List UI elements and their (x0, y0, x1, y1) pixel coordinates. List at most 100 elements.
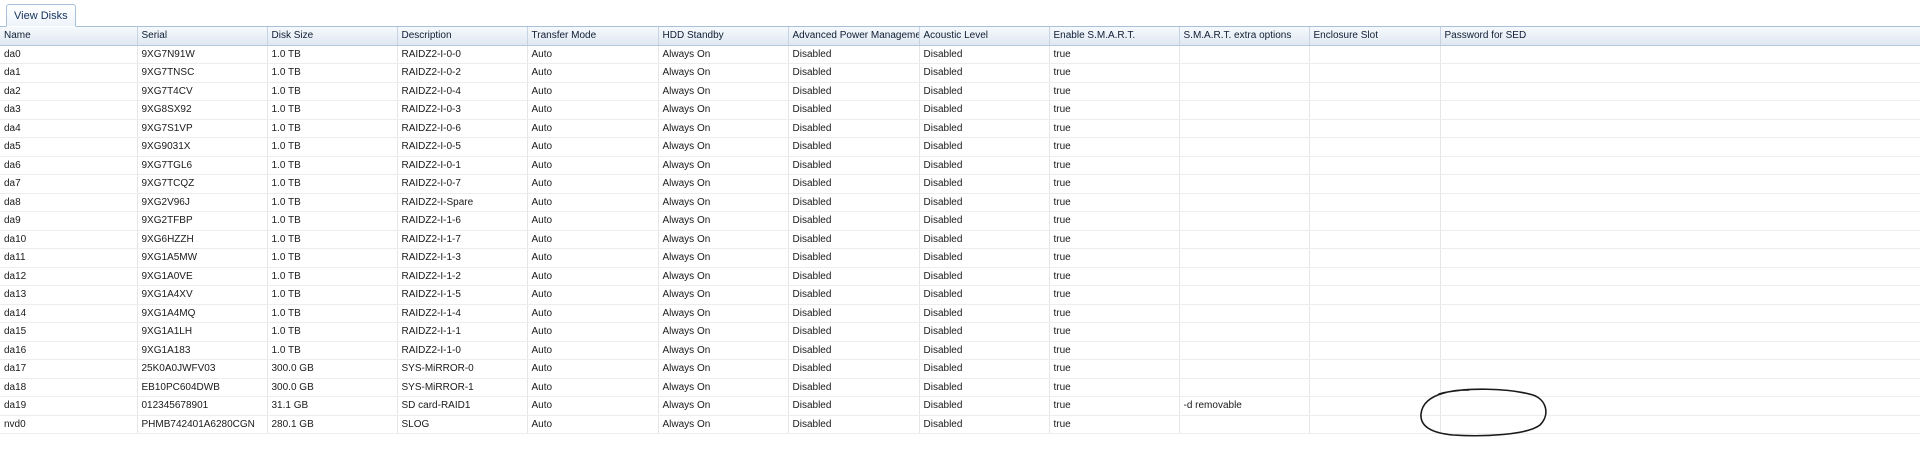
cell-transfer-mode: Auto (527, 63, 659, 83)
cell-name: da3 (0, 100, 138, 120)
cell-name: da12 (0, 267, 138, 286)
table-row[interactable]: da2 9XG7T4CV 1.0 TB RAIDZ2-I-0-4 Auto Always … (0, 82, 1920, 101)
table-row[interactable]: da5 9XG9031X 1.0 TB RAIDZ2-I-0-5 Auto Always … (0, 137, 1920, 157)
cell-serial: 25K0A0JWFV03 (137, 359, 268, 379)
cell-acoustic-level: Disabled (919, 341, 1050, 360)
cell-hdd-standby: Always On (658, 211, 789, 231)
table-row[interactable]: da1 9XG7TNSC 1.0 TB RAIDZ2-I-0-2 Auto Always … (0, 63, 1920, 83)
column-header-disk-size[interactable]: Disk Size (267, 27, 398, 46)
table-row[interactable]: da15 9XG1A1LH 1.0 TB RAIDZ2-I-1-1 Auto Always… (0, 322, 1920, 342)
cell-disk-size: 1.0 TB (267, 285, 398, 305)
cell-serial: 9XG9031X (137, 137, 268, 157)
table-row[interactable]: da17 25K0A0JWFV03 300.0 GB SYS-MiRROR-0 Auto… (0, 359, 1920, 379)
column-header-enclosure-slot[interactable]: Enclosure Slot (1309, 27, 1441, 46)
cell-acoustic-level: Disabled (919, 45, 1050, 64)
cell-enable-smart: true (1049, 193, 1180, 212)
cell-password-for-sed (1440, 267, 1920, 286)
cell-advanced-power-management: Disabled (788, 396, 920, 416)
table-row[interactable]: da9 9XG2TFBP 1.0 TB RAIDZ2-I-1-6 Auto Always … (0, 211, 1920, 231)
cell-name: da19 (0, 396, 138, 416)
cell-description: RAIDZ2-I-0-6 (397, 119, 528, 138)
tab-view-disks[interactable]: View Disks (6, 4, 76, 27)
cell-serial: 9XG1A183 (137, 341, 268, 360)
column-header-enable-smart[interactable]: Enable S.M.A.R.T. (1049, 27, 1180, 46)
cell-enable-smart: true (1049, 45, 1180, 64)
cell-smart-extra-options: -d removable (1179, 396, 1310, 416)
cell-smart-extra-options (1179, 359, 1310, 379)
column-header-transfer-mode[interactable]: Transfer Mode (527, 27, 659, 46)
tab-bar: View Disks (0, 0, 1920, 27)
column-header-acoustic-level[interactable]: Acoustic Level (919, 27, 1050, 46)
column-header-name[interactable]: Name (0, 27, 138, 46)
column-header-advanced-power-management[interactable]: Advanced Power Management (788, 27, 920, 46)
cell-hdd-standby: Always On (658, 119, 789, 138)
cell-enclosure-slot (1309, 137, 1441, 157)
cell-acoustic-level: Disabled (919, 211, 1050, 231)
cell-smart-extra-options (1179, 45, 1310, 64)
cell-name: da15 (0, 322, 138, 342)
cell-description: RAIDZ2-I-1-0 (397, 341, 528, 360)
cell-enable-smart: true (1049, 82, 1180, 101)
table-row[interactable]: da14 9XG1A4MQ 1.0 TB RAIDZ2-I-1-4 Auto Always… (0, 304, 1920, 323)
cell-smart-extra-options (1179, 285, 1310, 305)
table-row[interactable]: da16 9XG1A183 1.0 TB RAIDZ2-I-1-0 Auto Always… (0, 341, 1920, 360)
cell-description: RAIDZ2-I-0-3 (397, 100, 528, 120)
cell-hdd-standby: Always On (658, 341, 789, 360)
cell-advanced-power-management: Disabled (788, 248, 920, 268)
cell-description: SYS-MiRROR-0 (397, 359, 528, 379)
cell-hdd-standby: Always On (658, 285, 789, 305)
cell-hdd-standby: Always On (658, 193, 789, 212)
cell-password-for-sed (1440, 396, 1920, 416)
cell-enclosure-slot (1309, 304, 1441, 323)
cell-password-for-sed (1440, 285, 1920, 305)
column-header-hdd-standby[interactable]: HDD Standby (658, 27, 789, 46)
cell-name: da16 (0, 341, 138, 360)
cell-disk-size: 1.0 TB (267, 341, 398, 360)
table-row[interactable]: da0 9XG7N91W 1.0 TB RAIDZ2-I-0-0 Auto Always … (0, 45, 1920, 64)
table-row[interactable]: da13 9XG1A4XV 1.0 TB RAIDZ2-I-1-5 Auto Always… (0, 285, 1920, 305)
cell-password-for-sed (1440, 63, 1920, 83)
table-row[interactable]: da12 9XG1A0VE 1.0 TB RAIDZ2-I-1-2 Auto Always… (0, 267, 1920, 286)
table-row[interactable]: da10 9XG6HZZH 1.0 TB RAIDZ2-I-1-7 Auto Always… (0, 230, 1920, 249)
cell-enclosure-slot (1309, 322, 1441, 342)
table-row[interactable]: da8 9XG2V96J 1.0 TB RAIDZ2-I-Spare Auto Alway… (0, 193, 1920, 212)
table-row[interactable]: da11 9XG1A5MW 1.0 TB RAIDZ2-I-1-3 Auto Always… (0, 248, 1920, 268)
cell-description: RAIDZ2-I-1-5 (397, 285, 528, 305)
table-row[interactable]: da6 9XG7TGL6 1.0 TB RAIDZ2-I-0-1 Auto Always … (0, 156, 1920, 175)
cell-password-for-sed (1440, 137, 1920, 157)
cell-enable-smart: true (1049, 230, 1180, 249)
cell-transfer-mode: Auto (527, 211, 659, 231)
column-header-password-for-sed[interactable]: Password for SED (1440, 27, 1920, 46)
table-row[interactable]: da4 9XG7S1VP 1.0 TB RAIDZ2-I-0-6 Auto Always … (0, 119, 1920, 138)
cell-acoustic-level: Disabled (919, 82, 1050, 101)
cell-name: da17 (0, 359, 138, 379)
cell-acoustic-level: Disabled (919, 193, 1050, 212)
cell-description: RAIDZ2-I-0-0 (397, 45, 528, 64)
cell-password-for-sed (1440, 230, 1920, 249)
cell-acoustic-level: Disabled (919, 119, 1050, 138)
cell-serial: 9XG1A0VE (137, 267, 268, 286)
cell-hdd-standby: Always On (658, 267, 789, 286)
cell-disk-size: 1.0 TB (267, 267, 398, 286)
table-row[interactable]: da19 012345678901 31.1 GB SD card-RAID1 Auto… (0, 396, 1920, 416)
cell-enable-smart: true (1049, 174, 1180, 194)
cell-advanced-power-management: Disabled (788, 174, 920, 194)
cell-advanced-power-management: Disabled (788, 359, 920, 379)
table-row[interactable]: da18 EB10PC604DWB 300.0 GB SYS-MiRROR-1 Auto… (0, 378, 1920, 397)
column-header-smart-extra-options[interactable]: S.M.A.R.T. extra options (1179, 27, 1310, 46)
cell-hdd-standby: Always On (658, 230, 789, 249)
cell-enable-smart: true (1049, 119, 1180, 138)
cell-serial: 9XG7S1VP (137, 119, 268, 138)
table-row[interactable]: da3 9XG8SX92 1.0 TB RAIDZ2-I-0-3 Auto Always … (0, 100, 1920, 120)
table-row[interactable]: nvd0 PHMB742401A6280CGN 280.1 GB SLOG Auto Al… (0, 415, 1920, 434)
cell-acoustic-level: Disabled (919, 100, 1050, 120)
cell-disk-size: 1.0 TB (267, 211, 398, 231)
cell-smart-extra-options (1179, 415, 1310, 434)
column-header-description[interactable]: Description (397, 27, 528, 46)
cell-enable-smart: true (1049, 359, 1180, 379)
cell-description: SYS-MiRROR-1 (397, 378, 528, 397)
cell-hdd-standby: Always On (658, 359, 789, 379)
table-row[interactable]: da7 9XG7TCQZ 1.0 TB RAIDZ2-I-0-7 Auto Always … (0, 174, 1920, 194)
cell-transfer-mode: Auto (527, 396, 659, 416)
column-header-serial[interactable]: Serial (137, 27, 268, 46)
